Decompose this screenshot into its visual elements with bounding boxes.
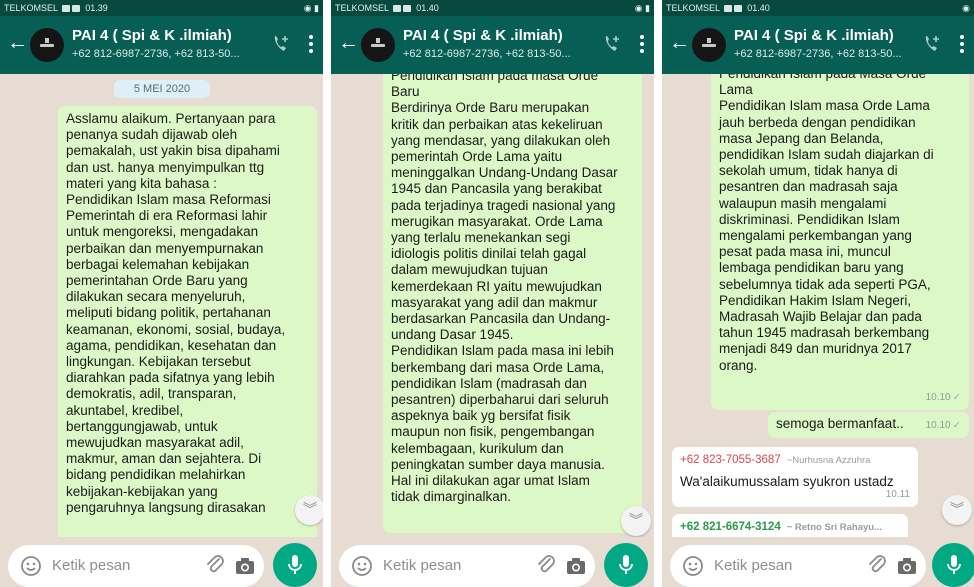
sender-label: +62 823-7055-3687 ~Nurhusna Azzuhra (680, 452, 910, 469)
mic-icon (619, 555, 633, 574)
message-list[interactable]: Pendidikan Islam pada Masa Orde Lama Pen… (662, 74, 974, 537)
sender-alias: ~ Retno Sri Rahayu... (786, 522, 883, 533)
add-call-icon[interactable] (922, 33, 942, 55)
chevron-double-down-icon[interactable]: ︾ (621, 506, 651, 536)
incoming-message[interactable]: +62 823-7055-3687 ~Nurhusna Azzuhra Wa'al… (672, 447, 918, 507)
chat-title[interactable]: PAI 4 ( Spi & K .ilmiah) (734, 27, 894, 44)
status-bar: TELKOMSEL 01.39 ◉ ▮ (0, 0, 323, 16)
mic-button[interactable] (932, 543, 974, 587)
compose-bar: Ketik pesan (0, 537, 323, 587)
message-input[interactable]: Ketik pesan (670, 545, 926, 587)
sender-label: +62 821-6674-3124 ~ Retno Sri Rahayu... (680, 519, 900, 536)
compose-bar: Ketik pesan (331, 537, 654, 587)
chat-members: +62 812-6987-2736, +62 813-50... (734, 48, 902, 60)
arrow-left-icon[interactable]: ← (338, 31, 359, 55)
emoji-icon[interactable] (682, 555, 704, 577)
input-placeholder: Ketik pesan (52, 557, 131, 574)
message-time-text: 10.10 (925, 419, 951, 431)
status-icon (724, 5, 733, 12)
input-placeholder: Ketik pesan (714, 557, 793, 574)
message-text: Pendidikan Islam pada masa Orde Baru Ber… (391, 74, 618, 505)
message-time: 10.10 ✓ (926, 418, 961, 434)
message-text: Asslamu alaikum. Pertanyaan para penanya… (66, 111, 286, 515)
message-time: 10.10 ✓ (926, 390, 961, 406)
date-chip: 5 MEI 2020 (114, 80, 210, 98)
mic-icon (947, 555, 961, 574)
battery-icon: ◉ ▮ (634, 3, 650, 13)
mic-icon (288, 555, 302, 574)
message-text: Pendidikan Islam pada Masa Orde Lama Pen… (719, 74, 934, 373)
status-icon (393, 5, 402, 12)
message-bubble[interactable]: Pendidikan Islam pada masa Orde Baru Ber… (383, 74, 642, 533)
status-time: 01.40 (416, 3, 439, 13)
status-icon (403, 5, 412, 12)
chat-header[interactable]: ← PAI 4 ( Spi & K .ilmiah) +62 812-6987-… (662, 16, 974, 74)
more-vert-icon[interactable] (639, 33, 645, 55)
compose-bar: Ketik pesan (662, 537, 974, 587)
battery-icon: ◉ ▮ (303, 3, 319, 13)
status-bar: TELKOMSEL 01.40 ◉ ▮ (331, 0, 654, 16)
carrier-label: TELKOMSEL (335, 3, 389, 13)
mic-button[interactable] (604, 543, 648, 587)
camera-icon[interactable] (896, 555, 918, 577)
message-list[interactable]: Pendidikan Islam pada masa Orde Baru Ber… (331, 74, 654, 537)
paperclip-icon[interactable] (535, 554, 557, 576)
read-ticks-icon: ✓ (952, 419, 961, 431)
incoming-message[interactable]: +62 821-6674-3124 ~ Retno Sri Rahayu... (672, 514, 908, 537)
carrier-label: TELKOMSEL (666, 3, 720, 13)
add-call-icon[interactable] (602, 33, 622, 55)
chevron-double-down-icon[interactable]: ︾ (942, 495, 972, 525)
status-bar: TELKOMSEL 01.40 ◉ (662, 0, 974, 16)
camera-icon[interactable] (565, 555, 587, 577)
camera-icon[interactable] (234, 555, 256, 577)
message-text: semoga bermanfaat.. (776, 416, 904, 431)
message-time: 10.11 (885, 488, 910, 500)
status-icon (72, 5, 81, 12)
status-icon (734, 5, 743, 12)
paperclip-icon[interactable] (866, 554, 888, 576)
message-text: Wa'alaikumussalam syukron ustadz (680, 474, 894, 490)
message-list[interactable]: 5 MEI 2020 Asslamu alaikum. Pertanyaan p… (0, 74, 323, 537)
chat-panel-3: TELKOMSEL 01.40 ◉ ← PAI 4 ( Spi & K .ilm… (662, 0, 974, 587)
message-time-text: 10.10 (925, 391, 951, 403)
read-ticks-icon: ✓ (952, 391, 961, 403)
chat-panel-1: TELKOMSEL 01.39 ◉ ▮ ← PAI 4 ( Spi & K .i… (0, 0, 323, 587)
group-avatar[interactable] (30, 28, 64, 62)
chat-title[interactable]: PAI 4 ( Spi & K .ilmiah) (403, 27, 563, 44)
group-avatar[interactable] (361, 28, 395, 62)
message-input[interactable]: Ketik pesan (339, 545, 595, 587)
battery-icon: ◉ (962, 3, 970, 13)
emoji-icon[interactable] (351, 555, 373, 577)
message-bubble[interactable]: Pendidikan Islam pada Masa Orde Lama Pen… (711, 74, 969, 410)
chat-members: +62 812-6987-2736, +62 813-50... (403, 48, 571, 60)
chat-header[interactable]: ← PAI 4 ( Spi & K .ilmiah) +62 812-6987-… (0, 16, 323, 74)
emoji-icon[interactable] (20, 555, 42, 577)
arrow-left-icon[interactable]: ← (669, 31, 690, 55)
chat-panel-2: TELKOMSEL 01.40 ◉ ▮ ← PAI 4 ( Spi & K .i… (331, 0, 654, 587)
input-placeholder: Ketik pesan (383, 557, 462, 574)
sender-number: +62 821-6674-3124 (680, 521, 781, 533)
add-call-icon[interactable] (271, 33, 291, 55)
chat-title[interactable]: PAI 4 ( Spi & K .ilmiah) (72, 27, 232, 44)
paperclip-icon[interactable] (204, 554, 226, 576)
sender-number: +62 823-7055-3687 (680, 454, 781, 466)
mic-button[interactable] (273, 543, 317, 587)
message-bubble[interactable]: Asslamu alaikum. Pertanyaan para penanya… (58, 106, 317, 537)
status-icon (62, 5, 71, 12)
message-input[interactable]: Ketik pesan (8, 545, 264, 587)
status-time: 01.39 (85, 3, 108, 13)
more-vert-icon[interactable] (308, 33, 314, 55)
carrier-label: TELKOMSEL (4, 3, 58, 13)
arrow-left-icon[interactable]: ← (7, 31, 28, 55)
sender-alias: ~Nurhusna Azzuhra (786, 455, 871, 466)
chat-members: +62 812-6987-2736, +62 813-50... (72, 48, 240, 60)
chat-header[interactable]: ← PAI 4 ( Spi & K .ilmiah) +62 812-6987-… (331, 16, 654, 74)
chevron-double-down-icon[interactable]: ︾ (295, 495, 323, 525)
message-bubble[interactable]: semoga bermanfaat.. 10.10 ✓ (768, 412, 969, 438)
group-avatar[interactable] (692, 28, 726, 62)
status-time: 01.40 (747, 3, 770, 13)
more-vert-icon[interactable] (959, 33, 965, 55)
